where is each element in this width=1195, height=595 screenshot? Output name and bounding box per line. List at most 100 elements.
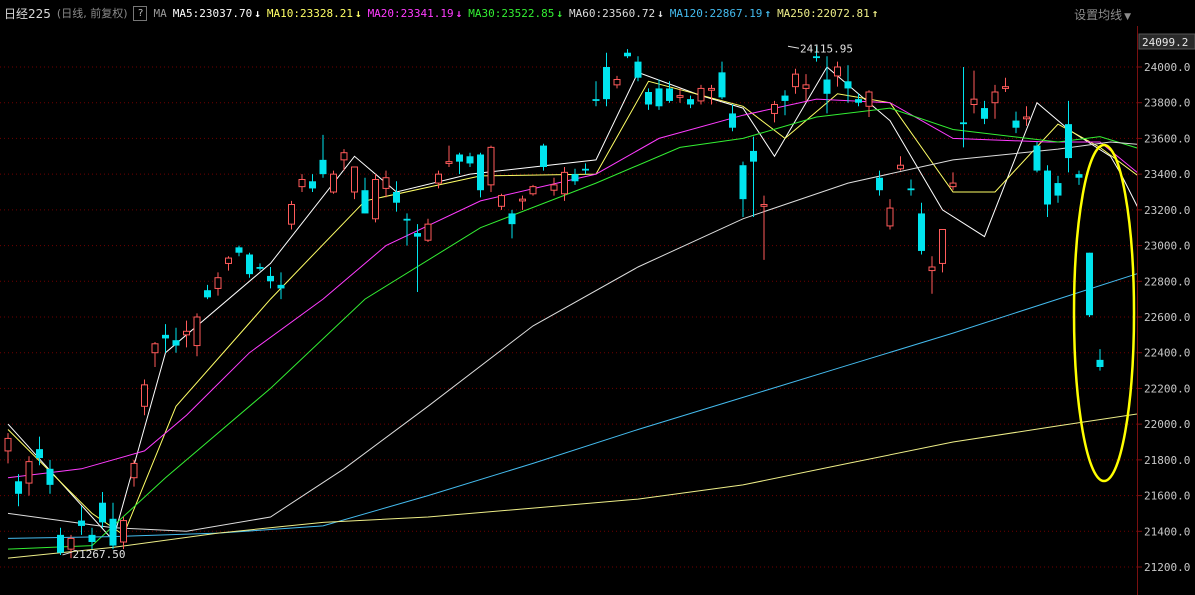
candle xyxy=(1086,252,1093,317)
candle-body xyxy=(750,150,757,162)
candle-body xyxy=(151,343,159,354)
y-axis-tick-label: 22200.0 xyxy=(1144,382,1190,395)
candle-body xyxy=(981,108,988,119)
y-axis-tick-label: 22600.0 xyxy=(1144,311,1190,324)
candle xyxy=(109,502,117,550)
candle xyxy=(844,65,852,103)
candle-body xyxy=(886,207,894,227)
ma-legend-item: MA120:22867.19 ↑ xyxy=(670,7,771,20)
y-axis-tick-label: 21800.0 xyxy=(1144,454,1190,467)
candle-body xyxy=(351,166,358,193)
ma-legend-item: MA10:23328.21 ↓ xyxy=(267,7,362,20)
candle xyxy=(487,145,495,192)
candle-body xyxy=(141,384,148,407)
candle-body xyxy=(708,87,715,91)
candle-body xyxy=(424,223,432,241)
candle xyxy=(1012,111,1020,134)
candle-body xyxy=(561,171,568,195)
candle-body xyxy=(330,173,337,193)
candle-body xyxy=(571,174,579,182)
candle-body xyxy=(1075,174,1083,178)
candle xyxy=(183,320,190,348)
candle-body xyxy=(939,229,946,264)
candle xyxy=(403,213,411,246)
candle-body xyxy=(1023,116,1030,120)
candle xyxy=(550,177,558,196)
candle-body xyxy=(582,168,589,171)
candle-body xyxy=(288,204,295,225)
candle xyxy=(603,52,610,107)
y-axis-tick-label: 23800.0 xyxy=(1144,97,1190,110)
chart-header: 日经225 (日线, 前复权) ? MA MA5:23037.70 ↓ MA10:2… xyxy=(0,0,1195,26)
candle xyxy=(256,263,264,271)
candle xyxy=(540,143,547,171)
candle-body xyxy=(529,186,537,195)
candle-body xyxy=(613,79,621,86)
candle-body xyxy=(540,145,547,167)
candle-body xyxy=(760,204,768,207)
candlestick-chart[interactable]: 24115.95 21267.50 xyxy=(0,26,1137,595)
candle-body xyxy=(813,56,820,59)
candle xyxy=(372,174,379,223)
candle-body xyxy=(393,192,400,203)
candle-body xyxy=(603,67,610,100)
candle-body xyxy=(1096,359,1104,367)
candle xyxy=(834,61,841,87)
trend-arrow-icon: ↓ xyxy=(455,6,463,20)
candle xyxy=(477,152,484,198)
candle xyxy=(886,199,894,230)
y-axis-tick-label: 22400.0 xyxy=(1144,347,1190,360)
candle xyxy=(151,342,159,367)
candle-body xyxy=(823,79,831,94)
candle xyxy=(708,84,715,105)
candle-body xyxy=(435,173,442,184)
candle-body xyxy=(792,73,799,88)
candle-body xyxy=(99,502,106,523)
candle xyxy=(57,527,64,555)
candle xyxy=(760,195,768,260)
y-axis-tick-label: 21200.0 xyxy=(1144,561,1190,574)
candle-body xyxy=(372,179,379,220)
candle-body xyxy=(225,257,232,264)
ma-legend-value: MA120:22867.19 xyxy=(669,6,763,20)
candle xyxy=(414,224,421,292)
help-icon[interactable]: ? xyxy=(133,5,148,21)
candle-body xyxy=(277,284,285,289)
candle-body xyxy=(298,179,306,188)
ma-settings-button[interactable]: 设置均线 ▼ xyxy=(1074,6,1131,23)
trend-arrow-icon: ↑ xyxy=(871,6,879,20)
candle-body xyxy=(844,81,852,89)
candle-body xyxy=(193,316,201,347)
candle-body xyxy=(498,195,505,207)
candle xyxy=(204,284,211,300)
candle-body xyxy=(550,184,558,191)
trend-arrow-icon: ↑ xyxy=(764,6,772,20)
candle-body xyxy=(718,72,726,98)
candle xyxy=(235,245,243,257)
candle-body xyxy=(120,520,127,543)
candle xyxy=(939,229,946,273)
candle-body xyxy=(403,218,411,221)
candle xyxy=(949,172,957,191)
candle-body xyxy=(655,88,663,107)
candle xyxy=(130,459,138,487)
candle xyxy=(1054,175,1062,203)
candle xyxy=(15,474,22,507)
candle-body xyxy=(645,92,652,105)
candle-body xyxy=(361,190,369,214)
candle xyxy=(1096,349,1104,371)
candle xyxy=(498,193,505,210)
ma-line-ma120 xyxy=(7,273,1137,539)
candle-body xyxy=(1065,124,1072,159)
candle xyxy=(991,84,999,119)
candle-body xyxy=(1033,145,1041,171)
candle-body xyxy=(15,481,22,494)
ma-legend-item: MA60:23560.72 ↓ xyxy=(569,7,664,20)
candle xyxy=(1044,165,1051,217)
candle-body xyxy=(1012,120,1020,128)
candle xyxy=(361,177,369,214)
y-axis-tick-label: 24000.0 xyxy=(1144,61,1190,74)
ma-line-ma250 xyxy=(7,413,1137,559)
ma-line-ma20 xyxy=(7,98,1137,479)
ma-legend-value: MA250:22072.81 xyxy=(777,6,870,20)
